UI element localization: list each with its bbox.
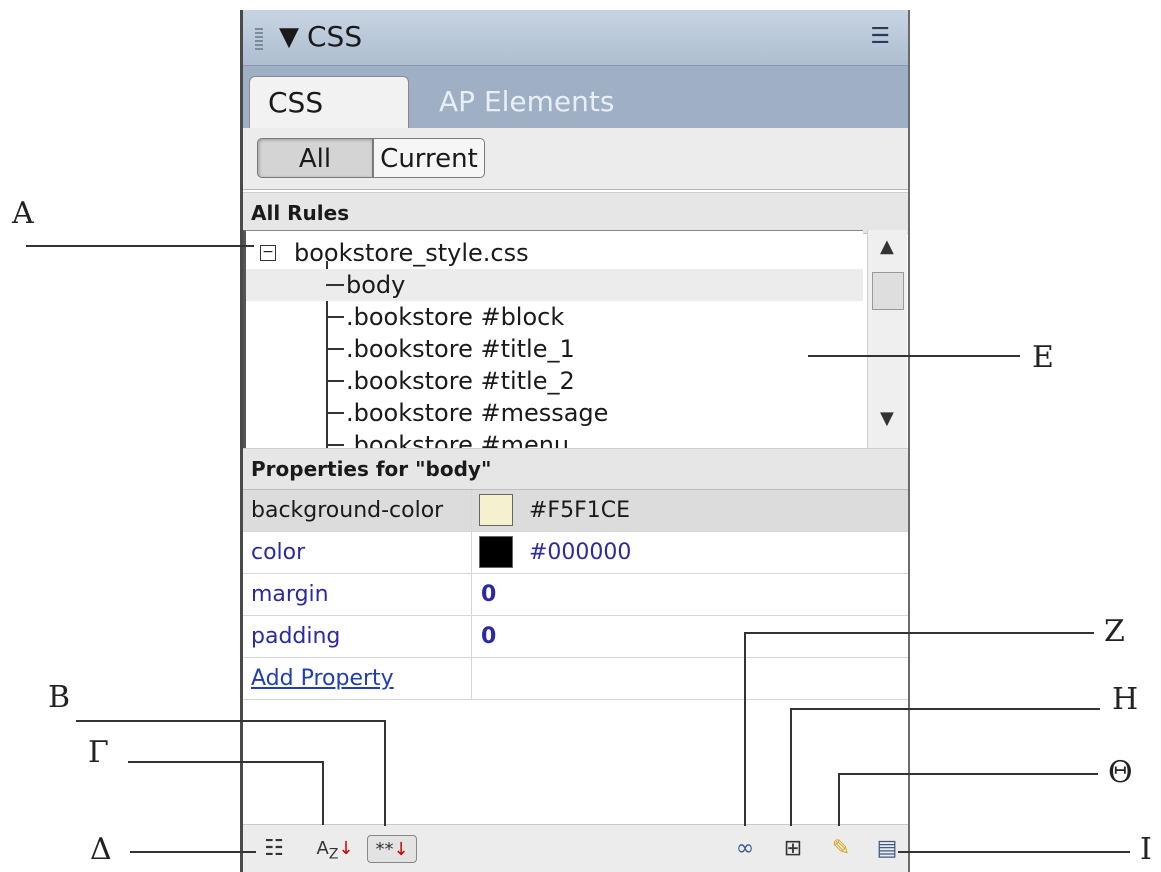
callout-i-label: I: [1140, 832, 1152, 867]
options-menu-icon[interactable]: ☰: [870, 24, 890, 49]
new-css-rule-icon[interactable]: ⊞: [777, 835, 809, 863]
panel-tabs: CSS Styles AP Elements: [243, 66, 908, 171]
property-row[interactable]: background-color #F5F1CE: [243, 490, 908, 532]
rule-name: .bookstore #menu: [346, 431, 570, 450]
callout-z-leader-h: [744, 632, 1094, 634]
collapse-node-icon[interactable]: −: [260, 245, 276, 261]
property-name[interactable]: color: [251, 532, 305, 574]
property-value[interactable]: #000000: [529, 532, 631, 574]
property-value[interactable]: 0: [481, 616, 496, 658]
callout-th-leader-h: [838, 773, 1098, 775]
add-property-row: Add Property: [243, 658, 908, 700]
property-name[interactable]: padding: [251, 616, 340, 658]
scroll-up-icon[interactable]: ▲: [880, 236, 894, 257]
callout-g-label: Γ: [88, 735, 109, 770]
tree-row[interactable]: .bookstore #block: [246, 301, 863, 333]
edit-style-icon[interactable]: ✎: [825, 835, 857, 863]
callout-b-label: B: [48, 680, 71, 715]
callout-e-label: E: [1032, 340, 1054, 375]
rule-name: .bookstore #title_2: [346, 367, 575, 395]
callout-z-leader-v: [744, 632, 746, 826]
tab-css-styles[interactable]: CSS Styles: [249, 76, 409, 171]
delete-css-rule-icon[interactable]: ▤: [871, 835, 903, 863]
callout-d-label: Δ: [90, 832, 112, 867]
property-name[interactable]: background-color: [251, 490, 443, 532]
scroll-thumb[interactable]: [872, 272, 904, 310]
property-row[interactable]: padding 0: [243, 616, 908, 658]
scroll-down-icon[interactable]: ▼: [880, 408, 894, 429]
collapse-triangle-icon[interactable]: ▼: [279, 22, 299, 52]
rule-name: .bookstore #block: [346, 303, 565, 331]
callout-h-label: H: [1112, 682, 1139, 717]
callout-b-leader-v: [384, 720, 386, 826]
tree-row[interactable]: .bookstore #title_1: [246, 333, 863, 365]
callout-z-label: Z: [1104, 614, 1125, 649]
rule-name: body: [346, 271, 406, 299]
property-value[interactable]: 0: [481, 574, 496, 616]
panel-titlebar[interactable]: ▼ CSS ☰: [243, 10, 908, 66]
alphabetical-view-icon[interactable]: AZ↓: [313, 835, 357, 863]
callout-g-leader-h: [128, 761, 324, 763]
tree-row[interactable]: .bookstore #title_2: [246, 365, 863, 397]
panel-footer: ☷ AZ↓ **↓ ∞ ⊞ ✎ ▤: [243, 824, 908, 872]
tree-row[interactable]: body: [246, 269, 863, 301]
callout-i-leader: [898, 851, 1130, 853]
current-mode-button[interactable]: Current: [373, 138, 485, 178]
callout-a-label: A: [12, 196, 34, 231]
css-panel: ▼ CSS ☰ CSS Styles AP Elements All Curre…: [240, 10, 910, 872]
callout-th-leader-v: [838, 773, 840, 826]
rules-scrollbar[interactable]: ▲ ▼: [867, 230, 907, 452]
callout-g-leader-v: [322, 761, 324, 825]
tab-ap-elements[interactable]: AP Elements: [421, 76, 632, 128]
rule-name: .bookstore #title_1: [346, 335, 575, 363]
stylesheet-name: bookstore_style.css: [294, 239, 529, 267]
all-rules-header: All Rules: [243, 192, 908, 234]
callout-h-leader-h: [790, 708, 1100, 710]
property-row[interactable]: margin 0: [243, 574, 908, 616]
callout-b-leader-h: [76, 720, 386, 722]
grip-icon[interactable]: [255, 28, 263, 50]
tree-row[interactable]: .bookstore #message: [246, 397, 863, 429]
panel-title: CSS: [307, 20, 363, 53]
tree-row-file[interactable]: − bookstore_style.css: [246, 237, 863, 269]
property-name[interactable]: margin: [251, 574, 329, 616]
callout-a-leader: [26, 245, 254, 247]
callout-h-leader-v: [790, 708, 792, 826]
all-mode-button[interactable]: All: [257, 138, 373, 178]
callout-e-leader: [808, 355, 1020, 357]
rule-name: .bookstore #message: [346, 399, 609, 427]
mode-bar: All Current: [243, 128, 908, 190]
color-swatch[interactable]: [479, 494, 513, 526]
property-value[interactable]: #F5F1CE: [529, 490, 630, 532]
callout-d-leader: [130, 851, 256, 853]
set-properties-view-icon[interactable]: **↓: [367, 835, 417, 863]
properties-header: Properties for "body": [243, 448, 908, 490]
attach-style-sheet-icon[interactable]: ∞: [727, 835, 763, 863]
rules-tree[interactable]: − bookstore_style.css body .bookstore #b…: [243, 230, 863, 450]
category-view-icon[interactable]: ☷: [257, 835, 291, 863]
tree-row[interactable]: .bookstore #menu: [246, 429, 863, 450]
add-property-link[interactable]: Add Property: [251, 658, 394, 700]
color-swatch[interactable]: [479, 536, 513, 568]
callout-th-label: Θ: [1108, 755, 1133, 790]
property-row[interactable]: color #000000: [243, 532, 908, 574]
